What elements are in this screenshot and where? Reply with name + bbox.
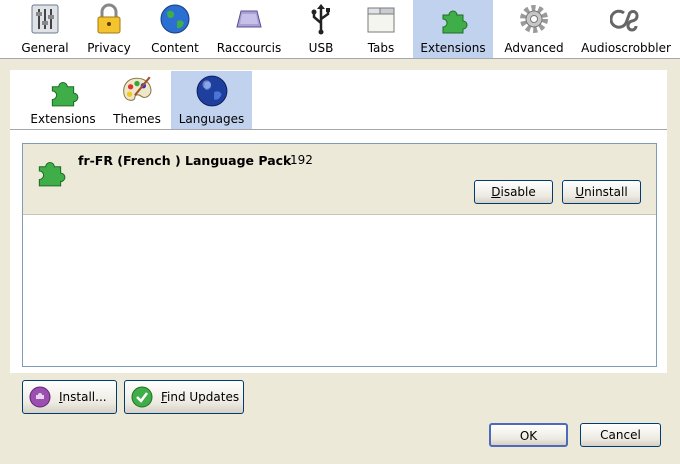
puzzle-icon [442,10,468,34]
subtab-label: Languages [178,112,245,126]
keyboard-key-icon [236,10,262,28]
toolbar-usb[interactable]: USB [296,0,346,58]
toolbar-label: General [21,41,69,55]
ok-button[interactable]: OK [489,423,568,447]
preferences-toolbar: General Privacy Content Raccourcis USB T… [0,0,680,59]
extension-version: 192 [290,153,313,167]
subtab-label: Extensions [30,112,96,126]
usb-icon [311,4,330,35]
toolbar-label: Privacy [87,41,131,55]
toolbar-advanced[interactable]: Advanced [500,0,568,58]
globe-icon [196,75,227,107]
extensions-subtabs: Extensions Themes Languages [10,71,667,130]
toolbar-label: Content [151,41,199,55]
gear-icon [520,5,548,33]
disable-label-rest: isable [500,185,536,199]
puzzle-icon [51,81,79,107]
palette-icon [123,76,152,101]
uninstall-accesskey: U [575,185,585,199]
toolbar-extensions[interactable]: Extensions [413,0,493,58]
subtab-languages[interactable]: Languages [171,71,252,129]
toolbar-audioscrobbler[interactable]: Audioscrobbler [580,0,672,58]
toolbar-content[interactable]: Content [146,0,204,58]
toolbar-label: USB [308,41,334,55]
toolbar-label: Audioscrobbler [581,41,671,55]
uninstall-label-rest: ninstall [584,185,628,199]
toolbar-label: Raccourcis [216,41,282,55]
toolbar-label: Tabs [367,41,395,55]
toolbar-label: Extensions [420,41,486,55]
toolbar-privacy[interactable]: Privacy [83,0,135,58]
list-item[interactable]: fr-FR (French ) Language Pack 192 Disabl… [23,144,656,215]
padlock-icon [97,3,121,34]
cancel-button[interactable]: Cancel [580,423,661,447]
checkmark-icon [131,386,153,408]
disable-button[interactable]: Disable [474,180,553,204]
install-label: Install... [59,390,107,404]
globe-icon [160,4,190,34]
subtab-extensions[interactable]: Extensions [24,71,102,129]
extension-name: fr-FR (French ) Language Pack [78,153,292,168]
toolbar-tabs[interactable]: Tabs [358,0,404,58]
find-updates-button[interactable]: Find Updates [124,380,244,414]
find-updates-label: Find Updates [161,390,240,404]
puzzle-icon [38,161,66,187]
tabs-icon [367,7,395,33]
lastfm-icon [610,9,639,32]
language-pack-list[interactable]: fr-FR (French ) Language Pack 192 Disabl… [22,143,657,367]
toolbar-raccourcis[interactable]: Raccourcis [214,0,284,58]
install-icon [29,386,51,408]
toolbar-general[interactable]: General [17,0,73,58]
subtab-label: Themes [113,112,161,126]
uninstall-button[interactable]: Uninstall [562,180,641,204]
subtab-themes[interactable]: Themes [110,71,164,129]
sliders-icon [31,4,59,34]
toolbar-label: Advanced [504,41,564,55]
install-button[interactable]: Install... [22,380,117,414]
